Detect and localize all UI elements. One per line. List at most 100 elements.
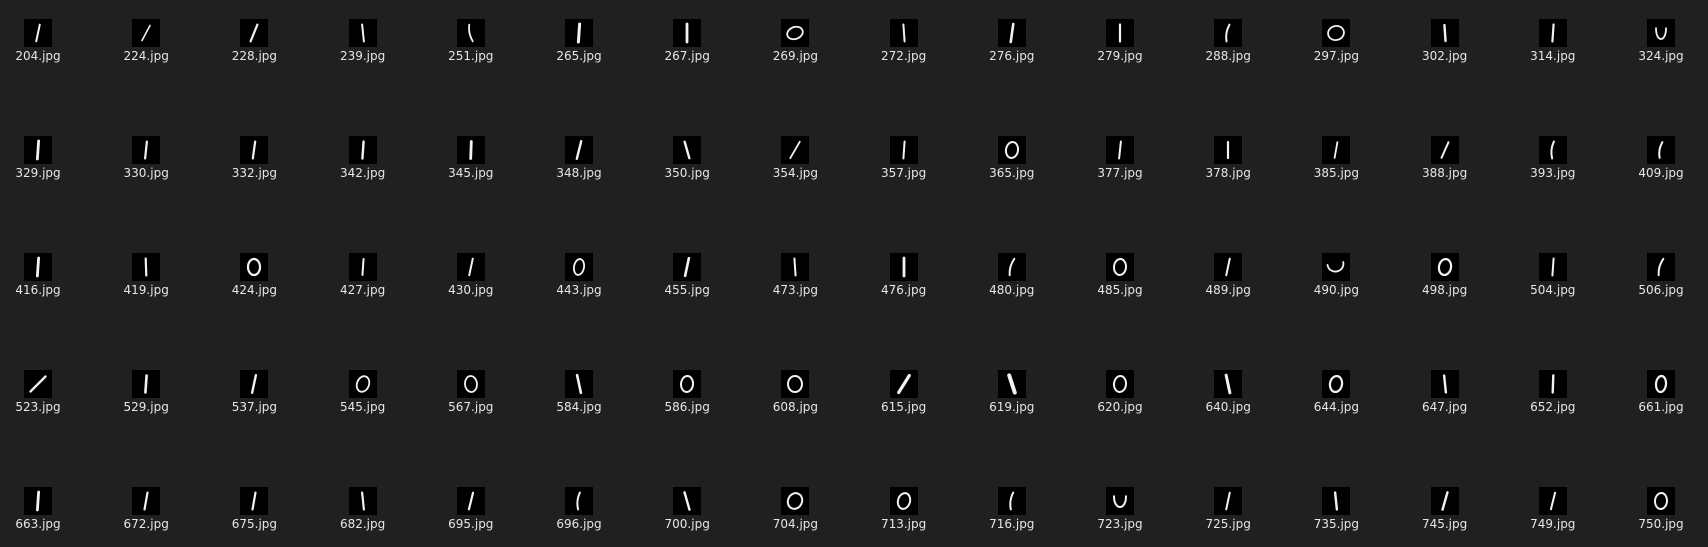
file-item[interactable]: 485.jpg [1078,253,1166,315]
file-item[interactable]: 504.jpg [1511,253,1599,315]
file-item[interactable]: 652.jpg [1511,370,1599,432]
file-item[interactable]: 269.jpg [753,19,841,81]
file-item[interactable]: 314.jpg [1511,19,1599,81]
file-item[interactable]: 682.jpg [321,487,409,547]
file-item[interactable]: 377.jpg [1078,136,1166,198]
file-item[interactable]: 272.jpg [862,19,950,81]
thumbnail-image [997,370,1026,398]
file-item[interactable]: 204.jpg [0,19,84,81]
file-item[interactable]: 735.jpg [1294,487,1382,547]
file-item[interactable]: 672.jpg [104,487,192,547]
file-item[interactable]: 506.jpg [1619,253,1707,315]
file-item[interactable]: 224.jpg [104,19,192,81]
file-item[interactable]: 409.jpg [1619,136,1707,198]
handwritten-one-glyph [469,140,473,160]
handwritten-zero-glyph [1113,495,1127,508]
handwritten-one-glyph [144,257,148,277]
file-item[interactable]: 228.jpg [212,19,300,81]
file-item[interactable]: 725.jpg [1186,487,1274,547]
file-item[interactable]: 704.jpg [753,487,841,547]
file-item[interactable]: 473.jpg [753,253,841,315]
file-item[interactable]: 675.jpg [212,487,300,547]
file-item[interactable]: 700.jpg [645,487,733,547]
file-item[interactable]: 279.jpg [1078,19,1166,81]
file-name-label: 288.jpg [1205,49,1251,63]
file-item[interactable]: 490.jpg [1294,253,1382,315]
handwritten-one-glyph [1225,491,1231,511]
file-item[interactable]: 345.jpg [429,136,517,198]
file-item[interactable]: 354.jpg [753,136,841,198]
file-item[interactable]: 663.jpg [0,487,84,547]
file-item[interactable]: 696.jpg [537,487,625,547]
file-item[interactable]: 330.jpg [104,136,192,198]
file-item[interactable]: 365.jpg [970,136,1058,198]
file-item[interactable]: 378.jpg [1186,136,1274,198]
file-item[interactable]: 723.jpg [1078,487,1166,547]
file-item[interactable]: 523.jpg [0,370,84,432]
thumbnail-image [456,487,485,515]
file-item[interactable]: 586.jpg [645,370,733,432]
file-item[interactable]: 342.jpg [321,136,409,198]
file-item[interactable]: 430.jpg [429,253,517,315]
file-item[interactable]: 619.jpg [970,370,1058,432]
file-item[interactable]: 302.jpg [1403,19,1491,81]
file-item[interactable]: 388.jpg [1403,136,1491,198]
file-item[interactable]: 476.jpg [862,253,950,315]
file-item[interactable]: 545.jpg [321,370,409,432]
file-item[interactable]: 393.jpg [1511,136,1599,198]
file-item[interactable]: 324.jpg [1619,19,1707,81]
file-item[interactable]: 608.jpg [753,370,841,432]
file-item[interactable]: 251.jpg [429,19,517,81]
file-item[interactable]: 329.jpg [0,136,84,198]
thumbnail-image [673,136,702,164]
file-item[interactable]: 615.jpg [862,370,950,432]
file-item[interactable]: 419.jpg [104,253,192,315]
file-item[interactable]: 745.jpg [1403,487,1491,547]
file-item[interactable]: 427.jpg [321,253,409,315]
file-item[interactable]: 332.jpg [212,136,300,198]
file-item[interactable]: 455.jpg [645,253,733,315]
file-item[interactable]: 265.jpg [537,19,625,81]
handwritten-one-glyph [793,257,797,277]
file-item[interactable]: 443.jpg [537,253,625,315]
thumbnail-image [673,487,702,515]
file-item[interactable]: 276.jpg [970,19,1058,81]
file-item[interactable]: 567.jpg [429,370,517,432]
file-name-label: 644.jpg [1313,400,1360,414]
file-item[interactable]: 644.jpg [1294,370,1382,432]
file-name-label: 330.jpg [123,166,169,180]
file-item[interactable]: 661.jpg [1619,370,1707,432]
file-item[interactable]: 424.jpg [212,253,300,315]
file-name-label: 704.jpg [772,517,819,531]
handwritten-one-glyph [251,373,258,395]
file-name-label: 700.jpg [664,517,710,531]
file-item[interactable]: 498.jpg [1403,253,1491,315]
file-item[interactable]: 647.jpg [1403,370,1491,432]
file-item[interactable]: 620.jpg [1078,370,1166,432]
thumbnail-image [673,370,702,398]
thumbnail-image [1538,19,1567,47]
file-item[interactable]: 288.jpg [1186,19,1274,81]
file-item[interactable]: 713.jpg [862,487,950,547]
file-item[interactable]: 716.jpg [970,487,1058,547]
file-item[interactable]: 385.jpg [1294,136,1382,198]
file-item[interactable]: 239.jpg [321,19,409,81]
file-item[interactable]: 489.jpg [1186,253,1274,315]
file-item[interactable]: 750.jpg [1619,487,1707,547]
file-item[interactable]: 357.jpg [862,136,950,198]
file-name-label: 378.jpg [1205,166,1251,180]
file-item[interactable]: 350.jpg [645,136,733,198]
file-item[interactable]: 537.jpg [212,370,300,432]
file-item[interactable]: 584.jpg [537,370,625,432]
file-item[interactable]: 749.jpg [1511,487,1599,547]
file-item[interactable]: 695.jpg [429,487,517,547]
file-item[interactable]: 480.jpg [970,253,1058,315]
file-item[interactable]: 529.jpg [104,370,192,432]
file-item[interactable]: 297.jpg [1294,19,1382,81]
file-item[interactable]: 640.jpg [1186,370,1274,432]
file-name-label: 545.jpg [339,400,386,414]
file-item[interactable]: 348.jpg [537,136,625,198]
thumbnail-image [673,19,702,47]
file-item[interactable]: 267.jpg [645,19,733,81]
file-item[interactable]: 416.jpg [0,253,84,315]
